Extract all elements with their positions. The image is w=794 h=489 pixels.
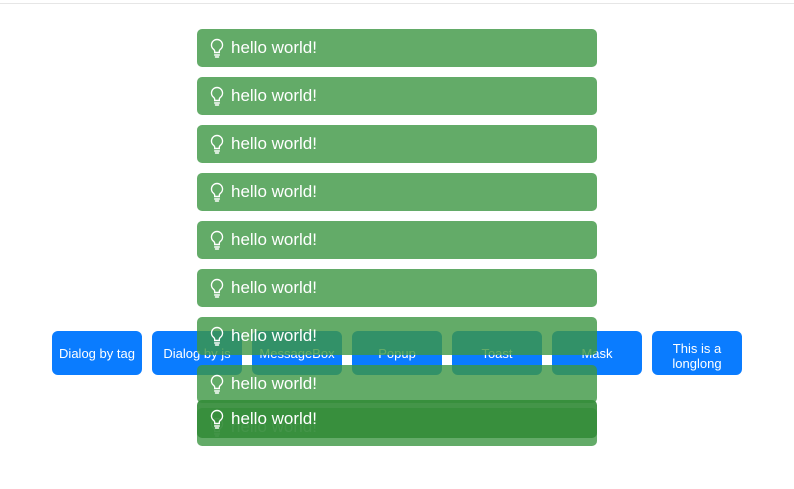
lightbulb-icon xyxy=(209,38,225,58)
toast-text: hello world! xyxy=(231,86,317,105)
lightbulb-icon xyxy=(209,182,225,202)
toast-text: hello world! xyxy=(231,278,317,297)
toast-text: hello world! xyxy=(231,230,317,249)
toast-message: hello world! xyxy=(197,125,597,163)
toast-message: hello world! xyxy=(197,365,597,403)
lightbulb-icon xyxy=(209,374,225,394)
toast-text: hello world! xyxy=(231,38,317,57)
toast-text: hello world! xyxy=(231,326,317,345)
toast-text: hello world! xyxy=(231,409,317,428)
dialog-by-tag-button[interactable]: Dialog by tag xyxy=(52,331,142,375)
button-label: This is a longlong xyxy=(672,341,722,371)
toast-message: hello world! xyxy=(197,317,597,355)
lightbulb-icon xyxy=(209,278,225,298)
button-label: Dialog by tag xyxy=(59,345,135,361)
toast-text: hello world! xyxy=(231,134,317,153)
toast-message: hello world! xyxy=(197,221,597,259)
top-divider xyxy=(0,3,794,4)
toast-message: hello world! xyxy=(197,29,597,67)
lightbulb-icon xyxy=(209,230,225,250)
lightbulb-icon xyxy=(209,326,225,346)
toast-text: hello world! xyxy=(231,374,317,393)
toast-message: hello world! xyxy=(197,269,597,307)
lightbulb-icon xyxy=(209,86,225,106)
lightbulb-icon xyxy=(209,134,225,154)
toast-message: hello world! xyxy=(197,173,597,211)
longlong-button[interactable]: This is a longlong xyxy=(652,331,742,375)
toast-message: hello world! xyxy=(197,77,597,115)
toast-message: hello world! xyxy=(197,400,597,438)
lightbulb-icon xyxy=(209,409,225,429)
toast-text: hello world! xyxy=(231,182,317,201)
